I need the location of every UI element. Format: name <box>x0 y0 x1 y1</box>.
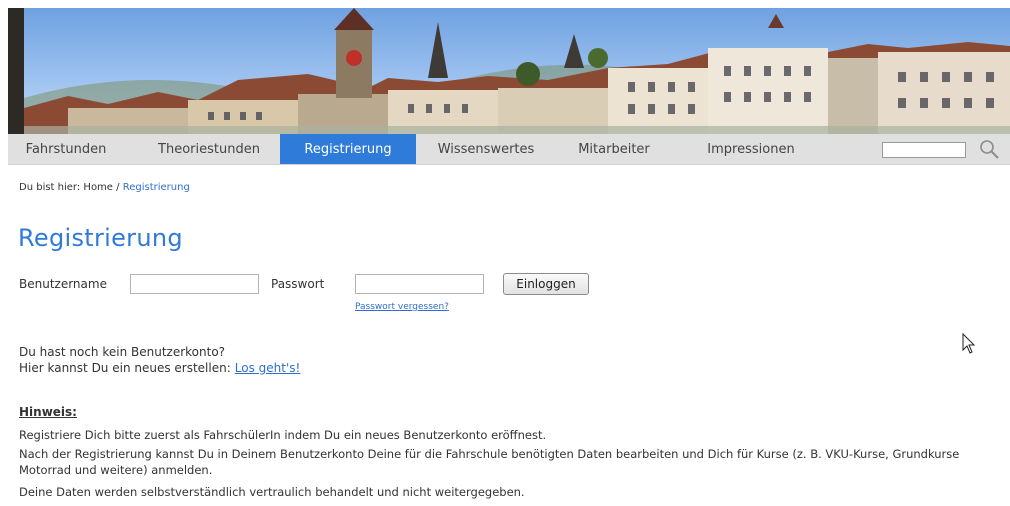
header-banner-image <box>8 8 1010 134</box>
hint-paragraph: Registriere Dich bitte zuerst als Fahrsc… <box>19 428 547 442</box>
nav-item-wissenswertes[interactable]: Wissenswertes <box>421 134 551 164</box>
username-label: Benutzername <box>19 277 107 291</box>
search-input[interactable] <box>882 142 966 158</box>
breadcrumb-current: Registrierung <box>122 182 190 193</box>
create-account-text: Hier kannst Du ein neues erstellen: <box>19 361 231 375</box>
password-input[interactable] <box>355 274 484 294</box>
mouse-pointer-icon <box>962 332 976 359</box>
hint-heading: Hinweis: <box>19 405 77 419</box>
nav-item-mitarbeiter[interactable]: Mitarbeiter <box>559 134 669 164</box>
create-account-line: Hier kannst Du ein neues erstellen: Los g… <box>19 361 300 375</box>
nav-item-theoriestunden[interactable]: Theoriestunden <box>144 134 274 164</box>
main-navigation: Fahrstunden Theoriestunden Registrierung… <box>8 134 1010 165</box>
signup-link[interactable]: Los geht's! <box>235 361 301 375</box>
username-input[interactable] <box>130 274 259 294</box>
breadcrumb-home-link[interactable]: Home <box>83 182 113 193</box>
magnifier-icon[interactable] <box>978 138 1002 160</box>
login-button[interactable]: Einloggen <box>503 273 589 295</box>
breadcrumb-separator: / <box>116 182 120 193</box>
nav-item-fahrstunden[interactable]: Fahrstunden <box>8 134 124 164</box>
forgot-password-link[interactable]: Passwort vergessen? <box>355 302 449 312</box>
nav-item-registrierung[interactable]: Registrierung <box>280 134 416 164</box>
hint-paragraph: Nach der Registrierung kannst Du in Dein… <box>19 447 960 477</box>
password-label: Passwort <box>271 277 325 291</box>
hint-paragraph: Deine Daten werden selbstverständlich ve… <box>19 485 525 499</box>
page-title: Registrierung <box>18 224 183 252</box>
breadcrumb: Du bist hier: Home / Registrierung <box>19 182 190 193</box>
breadcrumb-prefix: Du bist hier: <box>19 182 81 193</box>
nav-item-impressionen[interactable]: Impressionen <box>683 134 819 164</box>
no-account-text: Du hast noch kein Benutzerkonto? <box>19 345 226 359</box>
